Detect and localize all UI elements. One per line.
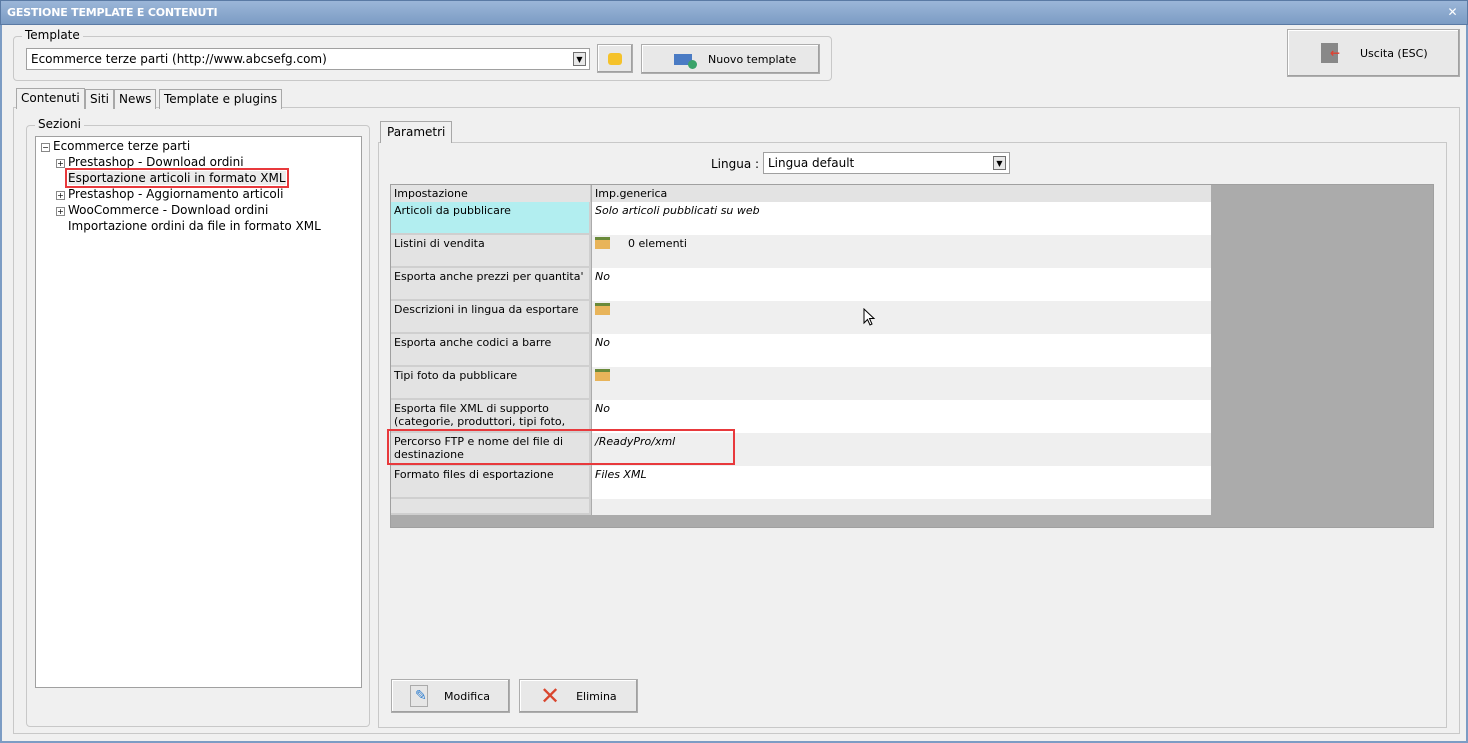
setting-label[interactable]: Listini di vendita xyxy=(391,235,591,268)
sections-label: Sezioni xyxy=(35,117,84,131)
tree-item[interactable]: WooCommerce - Download ordini xyxy=(68,203,268,217)
tree-item[interactable]: Importazione ordini da file in formato X… xyxy=(68,219,321,233)
setting-value[interactable]: Files XML xyxy=(592,466,1211,499)
lingua-select[interactable]: Lingua default ▼ xyxy=(763,152,1010,174)
exit-button[interactable]: ← Uscita (ESC) xyxy=(1287,29,1460,77)
template-select[interactable]: Ecommerce terze parti (http://www.abcsef… xyxy=(26,48,590,70)
setting-value-text: No xyxy=(595,402,610,415)
setting-label[interactable]: Esporta anche codici a barre xyxy=(391,334,591,367)
edit-label: Modifica xyxy=(444,689,490,703)
exit-label: Uscita (ESC) xyxy=(1360,46,1428,60)
mouse-cursor-icon xyxy=(863,308,876,326)
setting-value[interactable]: No xyxy=(592,334,1211,367)
setting-value[interactable] xyxy=(592,301,1211,334)
setting-value[interactable] xyxy=(592,499,1211,515)
chevron-down-icon[interactable]: ▼ xyxy=(573,52,586,66)
new-template-label: Nuovo template xyxy=(708,52,797,66)
setting-value[interactable]: No xyxy=(592,268,1211,301)
setting-value-text: No xyxy=(595,270,610,283)
close-icon[interactable]: ✕ xyxy=(1446,6,1459,19)
setting-label[interactable]: Articoli da pubblicare xyxy=(391,202,591,235)
setting-value[interactable]: Solo articoli pubblicati su web xyxy=(592,202,1211,235)
collapse-icon[interactable]: − xyxy=(41,143,50,152)
setting-label[interactable] xyxy=(391,499,591,515)
expand-icon[interactable]: + xyxy=(56,191,65,200)
setting-label[interactable]: Tipi foto da pubblicare xyxy=(391,367,591,400)
folder-icon[interactable] xyxy=(595,369,610,381)
setting-value-text: Solo articoli pubblicati su web xyxy=(595,204,760,217)
setting-value[interactable]: 0 elementi xyxy=(592,235,1211,268)
lingua-label: Lingua : xyxy=(711,157,760,171)
folder-icon[interactable] xyxy=(595,303,610,315)
setting-label[interactable]: Formato files di esportazione xyxy=(391,466,591,499)
tree-item[interactable]: Esportazione articoli in formato XML xyxy=(65,168,289,188)
edit-button[interactable]: ✎ Modifica xyxy=(391,679,510,713)
tree-item[interactable]: Prestashop - Download ordini xyxy=(68,155,244,169)
setting-value-text: No xyxy=(595,336,610,349)
column-header-setting[interactable]: Impostazione xyxy=(391,185,591,202)
tab-news[interactable]: News xyxy=(114,89,157,109)
setting-value-text: Files XML xyxy=(595,468,647,481)
tab-parametri[interactable]: Parametri xyxy=(380,121,453,143)
setting-label[interactable]: Descrizioni in lingua da esportare xyxy=(391,301,591,334)
setting-value[interactable] xyxy=(592,367,1211,400)
exit-door-icon: ← xyxy=(1321,43,1340,63)
new-template-button[interactable]: Nuovo template xyxy=(641,44,820,74)
tree-item[interactable]: Prestashop - Aggiornamento articoli xyxy=(68,187,283,201)
chevron-down-icon[interactable]: ▼ xyxy=(993,156,1006,170)
window-title: GESTIONE TEMPLATE E CONTENUTI xyxy=(7,6,218,19)
expand-icon[interactable]: + xyxy=(56,207,65,216)
lingua-select-value: Lingua default xyxy=(768,156,855,170)
delete-label: Elimina xyxy=(576,689,617,703)
tab-template-plugins[interactable]: Template e plugins xyxy=(159,89,283,109)
open-folder-button[interactable] xyxy=(597,44,633,73)
highlight-box xyxy=(387,429,735,465)
template-group-label: Template xyxy=(22,28,83,42)
tab-siti[interactable]: Siti xyxy=(85,89,114,109)
params-grid: Impostazione Imp.generica Articoli da pu… xyxy=(387,184,1434,528)
folder-icon xyxy=(608,52,622,65)
tree-root[interactable]: Ecommerce terze parti xyxy=(53,139,190,153)
title-bar: GESTIONE TEMPLATE E CONTENUTI ✕ xyxy=(0,0,1468,25)
delete-button[interactable]: ✕ Elimina xyxy=(519,679,638,713)
tab-contenuti[interactable]: Contenuti xyxy=(16,88,85,109)
new-template-icon xyxy=(674,53,697,69)
delete-x-icon: ✕ xyxy=(540,682,561,710)
expand-icon[interactable]: + xyxy=(56,159,65,168)
template-select-value: Ecommerce terze parti (http://www.abcsef… xyxy=(31,52,327,66)
sections-tree[interactable]: − Ecommerce terze parti + Prestashop - Do… xyxy=(35,136,362,688)
folder-icon[interactable] xyxy=(595,237,610,249)
setting-label[interactable]: Esporta anche prezzi per quantita' xyxy=(391,268,591,301)
edit-icon: ✎ xyxy=(410,685,428,707)
column-header-value[interactable]: Imp.generica xyxy=(592,185,1211,202)
setting-value-text: 0 elementi xyxy=(628,237,687,250)
